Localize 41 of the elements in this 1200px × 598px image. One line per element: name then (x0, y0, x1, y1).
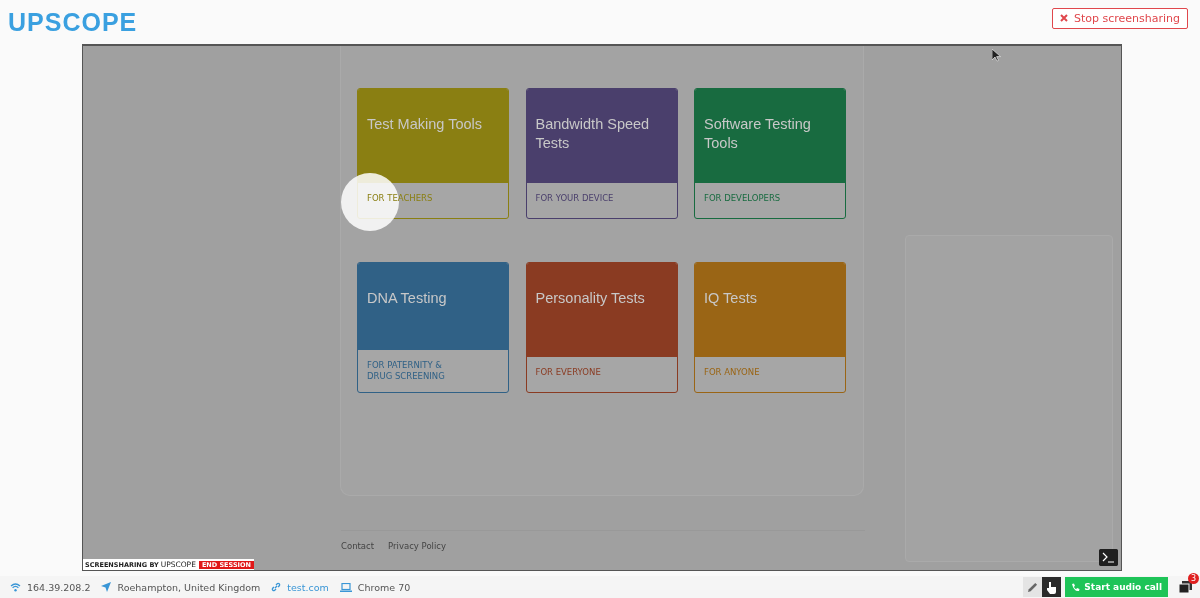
card-subtitle: FOR EVERYONE (535, 367, 602, 378)
logo: UPSCOPE (8, 7, 138, 37)
location-text: Roehampton, United Kingdom (117, 581, 261, 593)
mouse-cursor-icon (992, 49, 1001, 62)
ip-address: 164.39.208.2 (27, 581, 91, 593)
close-icon (1059, 14, 1068, 22)
card-subtitle: FOR PATERNITY & DRUG SCREENING (367, 360, 446, 382)
start-audio-call-button[interactable]: Start audio call (1065, 577, 1168, 597)
footer-link[interactable]: Contact (341, 541, 375, 551)
card-title: DNA Testing (367, 289, 448, 308)
pencil-tool-button[interactable] (1023, 577, 1043, 597)
card-title: Personality Tests (535, 289, 646, 308)
url-link[interactable]: test.com (287, 581, 329, 593)
card-subtitle: FOR TEACHERS (367, 193, 434, 204)
browser-text: Chrome 70 (357, 581, 411, 593)
stop-screensharing-button[interactable]: Stop screensharing (1051, 7, 1188, 29)
hand-pointer-icon (1046, 580, 1058, 594)
card-title: IQ Tests (704, 289, 758, 308)
card-title: Software Testing Tools (704, 115, 812, 153)
card-subtitle: FOR DEVELOPERS (704, 193, 782, 204)
phone-icon (1071, 582, 1081, 592)
category-card[interactable]: Bandwidth Speed Tests FOR YOUR DEVICE (525, 88, 678, 219)
category-card[interactable]: Test Making Tools FOR TEACHERS (357, 88, 509, 219)
category-card[interactable]: DNA Testing FOR PATERNITY & DRUG SCREENING (357, 262, 509, 393)
laptop-icon (339, 582, 352, 592)
category-card[interactable]: Software Testing Tools FOR DEVELOPERS (694, 88, 846, 219)
category-card[interactable]: IQ Tests FOR ANYONE (694, 262, 846, 393)
wifi-icon (10, 582, 21, 592)
footer-link[interactable]: Privacy Policy (388, 541, 446, 551)
location-arrow-icon (101, 582, 112, 592)
link-icon (271, 582, 282, 592)
pencil-icon (1027, 581, 1039, 593)
card-title: Test Making Tools (367, 115, 483, 134)
terminal-icon[interactable] (1099, 549, 1118, 566)
category-card[interactable]: Personality Tests FOR EVERYONE (525, 262, 678, 393)
card-subtitle: FOR ANYONE (704, 367, 761, 378)
card-title: Bandwidth Speed Tests (535, 115, 651, 153)
windows-icon[interactable] (1178, 579, 1194, 595)
pointer-tool-button[interactable] (1042, 577, 1062, 597)
notification-badge: 3 (1188, 573, 1199, 584)
card-subtitle: FOR YOUR DEVICE (535, 193, 615, 204)
